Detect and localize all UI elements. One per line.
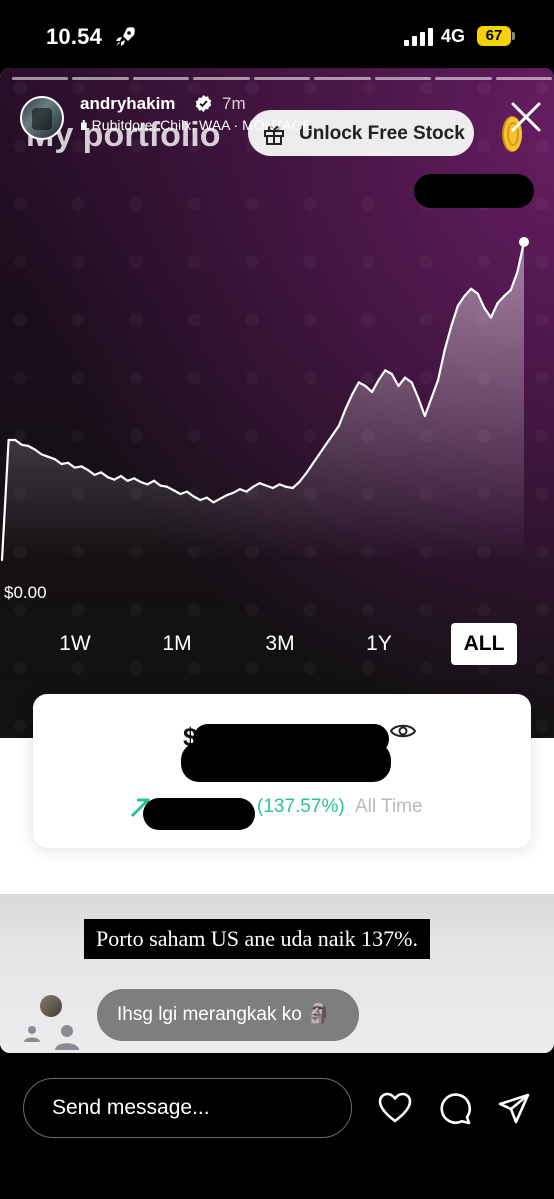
range-selector: 1W 1M 3M 1Y ALL (0, 623, 554, 667)
story-progress (12, 77, 552, 80)
story-progress-segment (374, 77, 432, 80)
heart-icon[interactable] (378, 1092, 412, 1124)
screen: 10.54 4G 67 My portfolio andryhakim 7m ı… (0, 0, 554, 1199)
y-axis-zero-label: $0.00 (4, 583, 47, 602)
battery-icon: 67 (477, 26, 515, 46)
music-info[interactable]: ılı Rubitdore, Chilx, WAA · MONTAGE (80, 117, 312, 133)
share-icon[interactable] (498, 1093, 530, 1125)
chart-endpoint (519, 237, 529, 247)
story-progress-segment (253, 77, 311, 80)
music-label: Rubitdore, Chilx, WAA · MONTAGE (91, 117, 312, 133)
send-message-input[interactable]: Send message... (23, 1078, 352, 1138)
music-bars-icon: ılı (80, 117, 88, 133)
story-caption: Porto saham US ane uda naik 137%. (84, 919, 430, 959)
story-progress-segment (132, 77, 190, 80)
story-frame[interactable]: My portfolio andryhakim 7m ılı Rubitdore,… (0, 68, 554, 1053)
story-progress-segment (314, 77, 371, 80)
story-progress-segment (495, 77, 552, 80)
story-progress-segment (435, 77, 492, 80)
verified-icon (195, 95, 212, 112)
signal-icon (404, 28, 433, 46)
portfolio-value-card: $ (137.57%) All Time (33, 694, 531, 848)
rocket-icon (116, 27, 135, 46)
redacted-value-line2 (181, 742, 391, 782)
period-label: All Time (355, 796, 423, 817)
range-all[interactable]: ALL (451, 623, 517, 665)
network-label: 4G (441, 26, 466, 46)
avatar[interactable] (20, 96, 64, 140)
reply-bubble: Ihsg lgi merangkak ko 🗿 (97, 989, 359, 1041)
redacted-mark (414, 174, 534, 208)
range-1w[interactable]: 1W (44, 623, 106, 665)
comment-icon[interactable] (438, 1092, 472, 1126)
story-progress-segment (12, 77, 69, 80)
reply-avatar (40, 995, 62, 1017)
range-1m[interactable]: 1M (146, 623, 208, 665)
story-progress-segment (193, 77, 250, 80)
battery-level: 67 (485, 27, 503, 44)
status-bar: 10.54 4G 67 (0, 0, 554, 70)
unlock-label: Unlock Free Stock (299, 123, 465, 144)
username[interactable]: andryhakim (80, 94, 175, 114)
range-3m[interactable]: 3M (249, 623, 311, 665)
status-time: 10.54 (46, 24, 103, 49)
chart-area (2, 242, 524, 560)
eye-icon[interactable] (390, 722, 416, 740)
viewers-icon[interactable] (20, 1018, 84, 1053)
redacted-gain (143, 798, 255, 830)
story-progress-segment (72, 77, 129, 80)
post-time: 7m (222, 94, 246, 113)
range-1y[interactable]: 1Y (348, 623, 410, 665)
close-icon[interactable] (506, 97, 546, 137)
percent-change: (137.57%) (257, 796, 345, 817)
